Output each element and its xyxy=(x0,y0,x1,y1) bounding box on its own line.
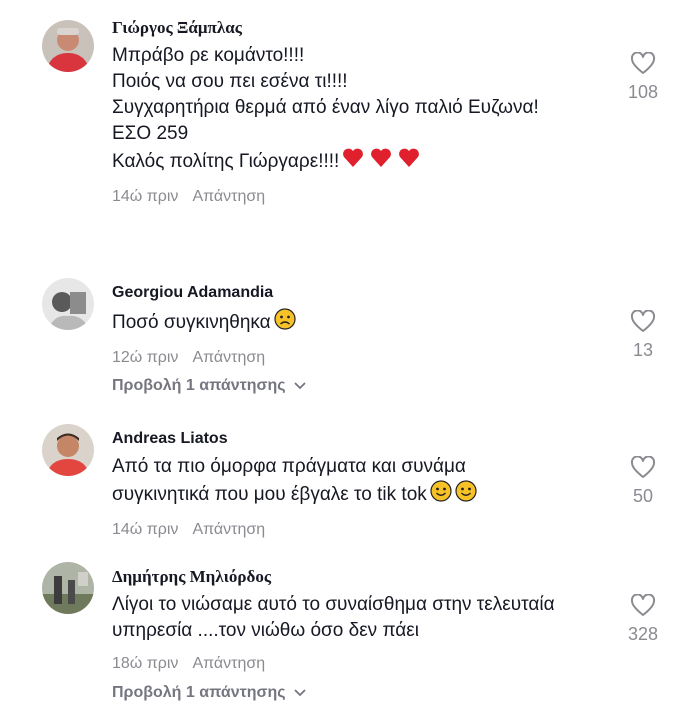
comment-timestamp: 14ώ πριν xyxy=(112,521,179,538)
red-heart-emoji xyxy=(342,147,420,177)
like-count: 328 xyxy=(627,624,659,644)
comment-username[interactable]: Andreas Liatos xyxy=(112,429,592,449)
heart-outline-icon xyxy=(630,456,656,478)
like-count: 50 xyxy=(632,486,654,506)
comment-meta: 12ώ πριν Απάντηση xyxy=(112,348,592,368)
comment-line: Λίγοι το νιώσαμε αυτό το συναίσθημα στην… xyxy=(112,594,555,615)
view-replies-button[interactable]: Προβολή 1 απάντησης xyxy=(112,684,306,702)
comment-line: Ποσό συγκινηθηκα xyxy=(112,312,271,334)
avatar[interactable] xyxy=(42,424,94,476)
comment-text: Ποσό συγκινηθηκα xyxy=(112,308,592,338)
heart-outline-icon xyxy=(630,52,656,74)
avatar[interactable] xyxy=(42,278,94,330)
heart-outline-icon xyxy=(630,310,656,332)
comment-line-with-emoji: συγκινητικά που μου έβγαλε το tik tok xyxy=(112,480,592,510)
like-count: 13 xyxy=(632,340,654,360)
comment-line: Καλός πολίτης Γιώργαρε!!!! xyxy=(112,151,340,173)
comment-timestamp: 12ώ πριν xyxy=(112,349,179,366)
worried-face-emoji xyxy=(274,308,296,338)
comment-line: συγκινητικά που μου έβγαλε το tik tok xyxy=(112,484,427,506)
like-count: 108 xyxy=(627,82,659,102)
reply-button[interactable]: Απάντηση xyxy=(192,349,265,366)
smiling-face-emoji xyxy=(430,480,478,510)
view-replies-label: Προβολή 1 απάντησης xyxy=(112,684,286,702)
comment-line: Από τα πιο όμορφα πράγματα και συνάμα xyxy=(112,456,466,477)
comment-line: Ποιός να σου πει εσένα τι!!!! xyxy=(112,71,348,92)
comment-username[interactable]: Δημήτρης Μηλιόρδος xyxy=(112,567,592,587)
chevron-down-icon xyxy=(293,684,306,702)
view-replies-label: Προβολή 1 απάντησης xyxy=(112,377,286,395)
heart-outline-icon xyxy=(630,594,656,616)
comment-timestamp: 18ώ πριν xyxy=(112,655,179,672)
comment-line-with-emoji: Ποσό συγκινηθηκα xyxy=(112,308,592,338)
chevron-down-icon xyxy=(293,377,306,395)
comment-line: Συγχαρητήρια θερμά από έναν λίγο παλιό Ε… xyxy=(112,97,539,118)
comment-line: ΕΣΟ 259 xyxy=(112,123,189,144)
view-replies-button[interactable]: Προβολή 1 απάντησης xyxy=(112,377,306,395)
like-button[interactable]: 108 xyxy=(608,52,678,103)
reply-button[interactable]: Απάντηση xyxy=(192,521,265,538)
like-button[interactable]: 328 xyxy=(608,594,678,645)
avatar[interactable] xyxy=(42,20,94,72)
comment-line: υπηρεσία ....τον νιώθω όσο δεν πάει xyxy=(112,620,419,641)
like-button[interactable]: 50 xyxy=(608,456,678,507)
comment-username[interactable]: Georgiou Adamandia xyxy=(112,283,592,303)
comment-timestamp: 14ώ πριν xyxy=(112,188,179,205)
comment-text: Από τα πιο όμορφα πράγματα και συνάμα συ… xyxy=(112,454,592,510)
avatar[interactable] xyxy=(42,562,94,614)
comment-meta: 14ώ πριν Απάντηση xyxy=(112,187,592,207)
comment-meta: 18ώ πριν Απάντηση xyxy=(112,654,592,674)
reply-button[interactable]: Απάντηση xyxy=(192,655,265,672)
like-button[interactable]: 13 xyxy=(608,310,678,361)
comment-line-with-emoji: Καλός πολίτης Γιώργαρε!!!! xyxy=(112,147,592,177)
comment-line: Μπράβο ρε κομάντο!!!! xyxy=(112,45,305,66)
reply-button[interactable]: Απάντηση xyxy=(192,188,265,205)
comment-text: Μπράβο ρε κομάντο!!!! Ποιός να σου πει ε… xyxy=(112,43,592,177)
comment-username[interactable]: Γιώργος Ξάμπλας xyxy=(112,18,592,38)
comment-meta: 14ώ πριν Απάντηση xyxy=(112,520,592,540)
comment-text: Λίγοι το νιώσαμε αυτό το συναίσθημα στην… xyxy=(112,592,592,644)
